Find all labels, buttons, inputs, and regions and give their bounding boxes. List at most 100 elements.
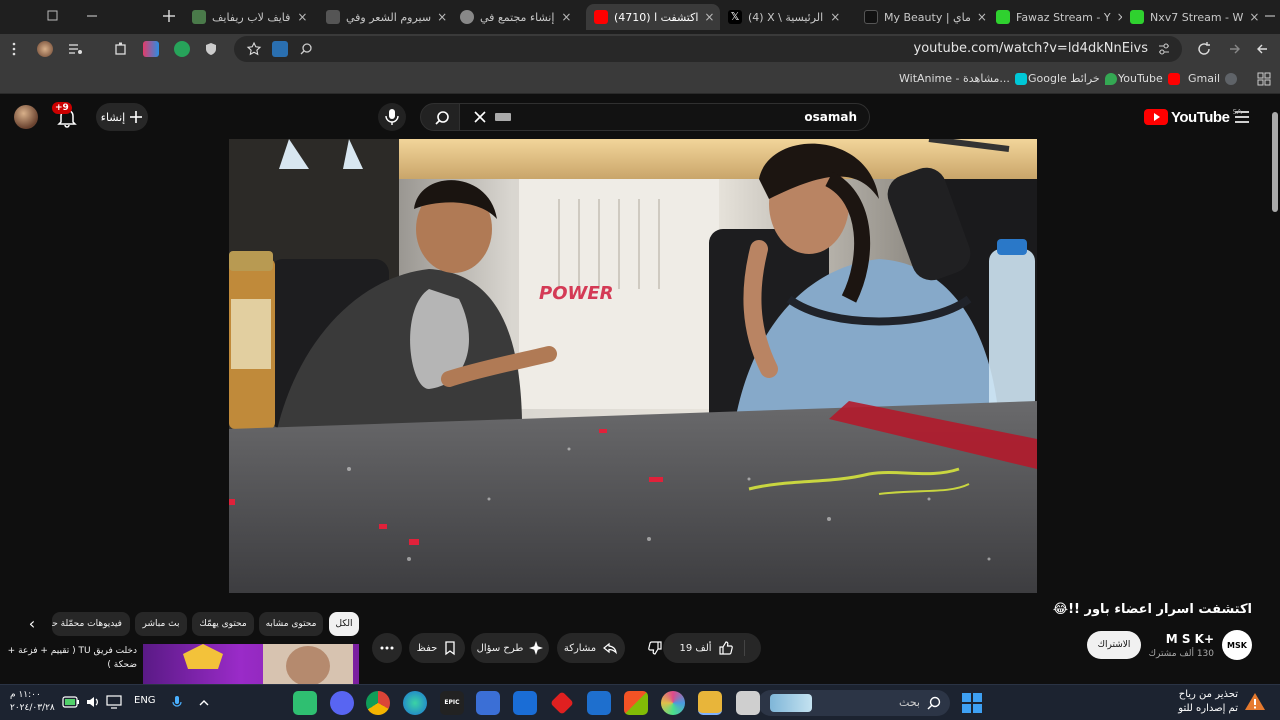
volume-icon[interactable]: [85, 695, 101, 709]
voice-search-button[interactable]: [378, 103, 406, 131]
maps-pin-icon: [1104, 72, 1117, 85]
menu-dots-icon[interactable]: [6, 41, 22, 57]
app-blue-icon[interactable]: [476, 691, 500, 715]
share-arrow-icon: [603, 642, 617, 655]
subscribe-button[interactable]: الاشتراك: [1087, 631, 1141, 659]
reload-icon[interactable]: [1196, 41, 1212, 57]
close-icon[interactable]: ×: [977, 10, 987, 24]
search-zoom-icon[interactable]: [298, 41, 314, 57]
more-actions-button[interactable]: [372, 633, 402, 663]
restore-icon[interactable]: [40, 6, 64, 26]
tab-five-lab[interactable]: فايف لاب ريفايف ×: [184, 4, 318, 30]
taskbar-search[interactable]: بحث: [758, 690, 950, 716]
site-icon: [192, 10, 206, 24]
app-green-icon[interactable]: [293, 691, 317, 715]
bookmark-google-maps[interactable]: Google خرائط: [1028, 72, 1117, 85]
tab-hair-serum[interactable]: سيروم الشعر وفي ×: [318, 4, 452, 30]
search-button[interactable]: [420, 103, 460, 131]
display-icon[interactable]: [106, 695, 122, 709]
tab-x-home[interactable]: 𝕏 (4) X \ الرئيسية ×: [720, 4, 856, 30]
edge-icon[interactable]: [403, 691, 427, 715]
media-queue-icon[interactable]: [67, 41, 83, 57]
extension-green-icon[interactable]: [174, 41, 190, 57]
weather-warning-icon[interactable]: [1244, 691, 1266, 713]
battery-icon[interactable]: [62, 695, 80, 709]
chevron-left-icon[interactable]: ‹: [20, 612, 44, 636]
tab-label: فايف لاب ريفايف: [212, 10, 291, 24]
tab-fawaz-stream[interactable]: Fawaz Stream - Y ×: [988, 4, 1122, 30]
close-icon[interactable]: ×: [829, 10, 841, 24]
ask-question-button[interactable]: طرح سؤال: [471, 633, 549, 663]
discord-icon[interactable]: [330, 691, 354, 715]
bookmark-label: Google خرائط: [1028, 72, 1100, 85]
taskbar-clock[interactable]: ١١:٠٠ م ٢٠٢٤/٠٣/٢٨: [10, 689, 55, 715]
extension-icon[interactable]: [143, 41, 159, 57]
profile-avatar-icon[interactable]: [37, 41, 53, 57]
chip-all[interactable]: الكل: [329, 612, 359, 636]
save-button[interactable]: حفظ: [409, 633, 465, 663]
window-minimize-icon[interactable]: [80, 6, 104, 26]
related-video-title[interactable]: دخلت فريق TU ( تقييم + فزعة + ضحكة ): [7, 644, 137, 672]
dropbox-icon[interactable]: [513, 691, 537, 715]
bookmark-gmail[interactable]: Gmail: [1188, 72, 1238, 85]
share-button[interactable]: مشاركة: [557, 633, 625, 663]
chip-live[interactable]: بث مباشر: [135, 612, 187, 636]
chip-for-you[interactable]: محتوى يهمّك: [192, 612, 254, 636]
channel-name[interactable]: M S K+: [1166, 632, 1214, 646]
microsoft-store-icon[interactable]: [624, 691, 648, 715]
address-bar[interactable]: youtube.com/watch?v=ld4dkNnEivs: [234, 36, 1182, 62]
keyboard-icon[interactable]: [495, 113, 511, 121]
related-video-thumbnail[interactable]: [143, 644, 359, 684]
chip-recently-uploaded[interactable]: فيديوهات محمّلة حد: [52, 612, 130, 636]
new-tab-button[interactable]: [157, 6, 181, 26]
clear-search-icon[interactable]: [473, 110, 487, 124]
star-bookmark-icon[interactable]: [246, 41, 262, 57]
tab-my-beauty[interactable]: My Beauty | ماي ×: [856, 4, 988, 30]
search-input[interactable]: [557, 110, 857, 124]
like-button[interactable]: 19 ألف: [679, 640, 745, 656]
close-icon[interactable]: ×: [560, 10, 572, 24]
close-icon[interactable]: ×: [704, 10, 714, 24]
start-windows-icon[interactable]: [960, 691, 984, 715]
copilot-icon[interactable]: [661, 691, 685, 715]
microphone-icon[interactable]: [170, 694, 184, 710]
bookmark-witanime[interactable]: WitAnime - مشاهدة...: [899, 72, 1027, 85]
dislike-button[interactable]: [640, 633, 670, 663]
close-icon[interactable]: ×: [1117, 10, 1122, 24]
tab-create-community[interactable]: إنشاء مجتمع في ×: [452, 4, 586, 30]
close-icon[interactable]: ×: [296, 10, 308, 24]
app-red-icon[interactable]: [550, 691, 574, 715]
puzzle-extensions-icon[interactable]: [113, 41, 129, 57]
all-bookmarks-icon[interactable]: [1256, 71, 1272, 87]
search-box[interactable]: [458, 103, 870, 131]
shield-icon[interactable]: [203, 41, 219, 57]
bookmark-youtube[interactable]: YouTube: [1118, 72, 1180, 85]
cast-icon[interactable]: [272, 41, 288, 57]
tab-youtube-active[interactable]: (4710) اكتشفت ا ×: [586, 4, 720, 30]
create-label: إنشاء: [100, 110, 126, 124]
bookmark-label: Gmail: [1188, 72, 1221, 85]
weather-widget[interactable]: تحذير من رياح تم إصداره للتو: [1178, 688, 1238, 716]
chrome-icon[interactable]: [366, 691, 390, 715]
site-settings-icon[interactable]: [1156, 41, 1172, 57]
file-explorer-icon[interactable]: [736, 691, 760, 715]
weather-line1: تحذير من رياح: [1178, 689, 1238, 700]
forward-arrow-icon[interactable]: [1226, 41, 1242, 57]
close-icon[interactable]: ×: [437, 10, 447, 24]
scrollbar-thumb[interactable]: [1272, 112, 1278, 212]
page-scrollbar[interactable]: [1270, 98, 1280, 684]
close-icon[interactable]: ×: [1249, 10, 1259, 24]
language-indicator[interactable]: ENG: [134, 695, 156, 706]
chip-similar[interactable]: محتوى مشابه: [259, 612, 323, 636]
account-avatar[interactable]: [14, 105, 38, 129]
epic-games-icon[interactable]: EPIC: [440, 691, 464, 715]
back-arrow-icon[interactable]: [1255, 41, 1271, 57]
video-player[interactable]: POWER: [229, 139, 1037, 593]
mail-icon[interactable]: [587, 691, 611, 715]
folder-icon[interactable]: [698, 691, 722, 715]
tab-nxv7-stream[interactable]: Nxv7 Stream - W ×: [1122, 4, 1262, 30]
create-button[interactable]: إنشاء: [96, 103, 148, 131]
youtube-logo[interactable]: YouTube SA: [1144, 108, 1242, 126]
chevron-up-icon[interactable]: [198, 697, 210, 709]
channel-avatar[interactable]: MSK: [1222, 630, 1252, 660]
